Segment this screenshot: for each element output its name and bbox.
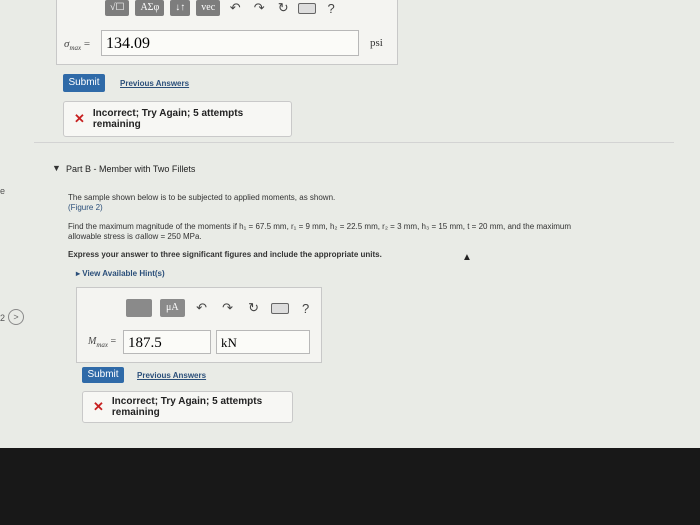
- partB-toolbar: μA ↶ ↷ ↻ ?: [126, 299, 315, 317]
- partB-instruction: Express your answer to three significant…: [68, 250, 382, 259]
- partA-feedback-box: ✕ Incorrect; Try Again; 5 attempts remai…: [63, 101, 292, 137]
- section-divider: [34, 142, 674, 143]
- m-max-label: Mmax =: [88, 336, 116, 349]
- partB-feedback-box: ✕ Incorrect; Try Again; 5 attempts remai…: [82, 391, 293, 423]
- margin-text-2: 2: [0, 313, 6, 323]
- reset-icon[interactable]: ↻: [274, 0, 292, 16]
- partA-submit-button[interactable]: Submit: [63, 74, 105, 92]
- reset-icon[interactable]: ↻: [245, 300, 263, 316]
- partA-feedback-text: Incorrect; Try Again; 5 attempts remaini…: [92, 108, 244, 130]
- collapse-caret-icon[interactable]: ▼: [52, 163, 61, 173]
- partB-problem-line1: Find the maximum magnitude of the moment…: [68, 222, 572, 231]
- keyboard-icon[interactable]: [298, 2, 317, 14]
- sigma-subscript: max: [69, 44, 82, 53]
- partB-value-input[interactable]: 187.5: [123, 330, 211, 354]
- partB-submit-button[interactable]: Submit: [82, 367, 124, 383]
- partA-toolbar: √☐ ΑΣφ ↓↑ vec ↶ ↷ ↻ ?: [105, 0, 340, 16]
- equals-sign: =: [110, 336, 117, 347]
- partB-title[interactable]: Part B - Member with Two Fillets: [66, 164, 195, 174]
- next-part-icon[interactable]: >: [8, 309, 24, 325]
- sigma-max-label: σmax =: [64, 38, 90, 52]
- partB-feedback-text: Incorrect; Try Again; 5 attempts remaini…: [111, 396, 263, 418]
- redo-icon[interactable]: ↷: [250, 0, 268, 16]
- greek-symbols-button[interactable]: ΑΣφ: [135, 0, 165, 16]
- equals-sign: =: [83, 38, 91, 50]
- partB-problem-line2: allowable stress is σallow = 250 MPa.: [68, 232, 202, 241]
- partA-answer-input[interactable]: 134.09: [101, 30, 359, 56]
- m-subscript: max: [96, 341, 109, 349]
- screen: √☐ ΑΣφ ↓↑ vec ↶ ↷ ↻ ? σmax = 134.09 psi …: [0, 0, 700, 448]
- partB-unit-input[interactable]: kN: [216, 330, 310, 354]
- mouse-cursor-icon: ▲: [462, 252, 472, 263]
- x-icon: ✕: [74, 111, 85, 126]
- partB-previous-answers-link[interactable]: Previous Answers: [137, 371, 206, 380]
- partA-previous-answers-link[interactable]: Previous Answers: [120, 79, 189, 88]
- vector-button[interactable]: vec: [196, 0, 221, 16]
- templates-button[interactable]: √☐: [105, 0, 130, 16]
- help-icon[interactable]: ?: [297, 301, 315, 316]
- templates-button[interactable]: [126, 299, 152, 317]
- hint-label: View Available Hint(s): [82, 269, 165, 278]
- keyboard-icon[interactable]: [270, 302, 289, 314]
- partA-unit: psi: [370, 37, 383, 49]
- figure-link[interactable]: (Figure 2): [68, 203, 103, 213]
- screen-bezel: [0, 448, 700, 525]
- help-icon[interactable]: ?: [322, 1, 340, 16]
- redo-icon[interactable]: ↷: [219, 300, 237, 316]
- subscript-button[interactable]: ↓↑: [170, 0, 191, 16]
- undo-icon[interactable]: ↶: [193, 300, 211, 316]
- undo-icon[interactable]: ↶: [226, 0, 244, 16]
- margin-text-1: e: [0, 186, 6, 196]
- x-icon: ✕: [93, 399, 104, 414]
- view-hints-link[interactable]: ▸ View Available Hint(s): [76, 269, 165, 278]
- partB-intro: The sample shown below is to be subjecte…: [68, 193, 336, 202]
- units-button[interactable]: μA: [160, 299, 185, 317]
